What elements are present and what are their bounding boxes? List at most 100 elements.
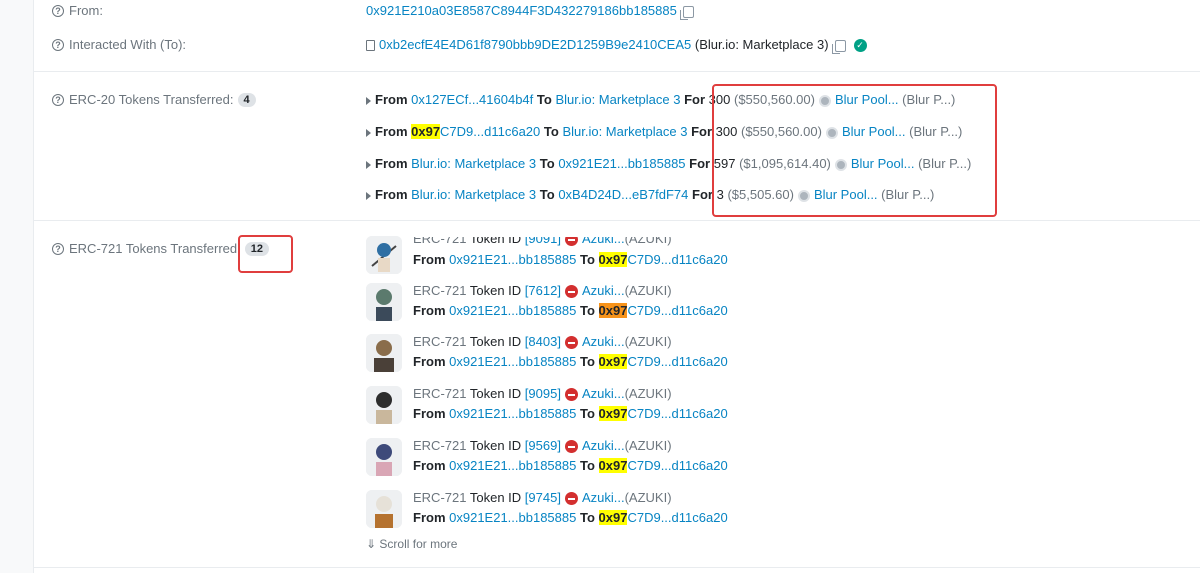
from-address-link[interactable]: 0x921E210a03E8587C8944F3D432279186bb1858…: [366, 3, 677, 18]
copy-icon[interactable]: [831, 39, 846, 54]
collection-link[interactable]: Azuki...: [582, 237, 625, 246]
scroll-for-more[interactable]: ⇓ Scroll for more: [366, 537, 457, 551]
nft-line1: ERC-721 Token ID [9091] Azuki...(AZUKI): [413, 231, 672, 247]
token-standard: ERC-721: [413, 386, 467, 401]
erc20-to-link[interactable]: Blur.io: Marketplace 3: [562, 124, 687, 139]
caret-right-icon: [366, 96, 371, 105]
from-label: From:: [69, 3, 103, 18]
copy-icon[interactable]: [679, 5, 694, 20]
token-id-link[interactable]: [7612]: [525, 283, 561, 298]
nft-thumbnail[interactable]: [366, 283, 402, 321]
collection-symbol: (AZUKI): [624, 231, 672, 246]
erc20-to-link[interactable]: 0xB4D24D...eB7fdF74: [558, 187, 688, 202]
collection-symbol: (AZUKI): [624, 386, 672, 401]
token-id-label: Token ID: [469, 334, 522, 349]
token-id-label: Token ID: [469, 231, 522, 246]
question-icon[interactable]: ?: [52, 93, 64, 106]
nft-thumbnail[interactable]: [366, 386, 402, 424]
erc20-from-link[interactable]: 0x97C7D9...d11c6a20: [411, 124, 540, 139]
erc20-to-link[interactable]: Blur.io: Marketplace 3: [555, 92, 680, 107]
token-standard: ERC-721: [413, 490, 467, 505]
nft-line2: From 0x921E21...bb185885 To 0x97C7D9...d…: [413, 510, 728, 525]
caret-right-icon: [366, 160, 371, 169]
question-icon[interactable]: ?: [52, 38, 64, 51]
to-word: To: [539, 187, 555, 202]
collection-logo-icon: [564, 440, 578, 454]
transaction-details-card: ? From: 0x921E210a03E8587C8944F3D4322791…: [33, 0, 1200, 573]
token-standard: ERC-721: [413, 283, 467, 298]
nft-to-link[interactable]: 0x97C7D9...d11c6a20: [598, 354, 728, 369]
interacted-address-link[interactable]: 0xb2ecfE4E4D61f8790bbb9DE2D1259B9e2410CE…: [379, 37, 691, 52]
token-standard: ERC-721: [413, 438, 467, 453]
nft-to-link[interactable]: 0x97C7D9...d11c6a20: [598, 303, 728, 318]
nft-to-link[interactable]: 0x97C7D9...d11c6a20: [598, 458, 728, 473]
collection-link[interactable]: Azuki...: [582, 283, 625, 298]
interacted-value: 0xb2ecfE4E4D61f8790bbb9DE2D1259B9e2410CE…: [366, 37, 867, 54]
nft-from-link[interactable]: 0x921E21...bb185885: [449, 252, 576, 267]
question-icon[interactable]: ?: [52, 4, 64, 17]
to-word: To: [579, 458, 595, 473]
nft-to-link[interactable]: 0x97C7D9...d11c6a20: [598, 510, 728, 525]
collection-logo-icon: [564, 237, 578, 247]
erc721-label: ERC-721 Tokens Transferred:: [69, 241, 241, 256]
token-id-label: Token ID: [469, 283, 522, 298]
collection-symbol: (AZUKI): [624, 490, 672, 505]
question-icon[interactable]: ?: [52, 242, 64, 255]
collection-link[interactable]: Azuki...: [582, 438, 625, 453]
from-word: From: [413, 354, 446, 369]
collection-link[interactable]: Azuki...: [582, 334, 625, 349]
collection-logo-icon: [564, 492, 578, 506]
nft-thumbnail[interactable]: [366, 490, 402, 528]
collection-link[interactable]: Azuki...: [582, 386, 625, 401]
to-word: To: [579, 252, 595, 267]
erc20-from-link[interactable]: Blur.io: Marketplace 3: [411, 187, 536, 202]
token-id-link[interactable]: [9091]: [525, 237, 561, 246]
divider: [34, 220, 1200, 221]
to-word: To: [579, 354, 595, 369]
address-highlight: 0x97: [598, 354, 628, 369]
erc20-from-link[interactable]: 0x127ECf...41604b4f: [411, 92, 533, 107]
nft-line1: ERC-721 Token ID [9095] Azuki...(AZUKI): [413, 386, 672, 402]
nft-from-link[interactable]: 0x921E21...bb185885: [449, 458, 576, 473]
caret-right-icon: [366, 191, 371, 200]
nft-from-link[interactable]: 0x921E21...bb185885: [449, 406, 576, 421]
token-standard: ERC-721: [413, 334, 467, 349]
address-rest: C7D9...d11c6a20: [627, 458, 728, 473]
token-id-label: Token ID: [469, 386, 522, 401]
nft-line1: ERC-721 Token ID [9745] Azuki...(AZUKI): [413, 490, 672, 506]
address-rest: C7D9...d11c6a20: [627, 354, 728, 369]
nft-to-link[interactable]: 0x97C7D9...d11c6a20: [598, 406, 728, 421]
annotation-highlight-box: [712, 84, 997, 217]
token-id-link[interactable]: [9569]: [525, 438, 561, 453]
erc20-from-link[interactable]: Blur.io: Marketplace 3: [411, 156, 536, 171]
erc20-to-link[interactable]: 0x921E21...bb185885: [558, 156, 685, 171]
collection-logo-icon: [564, 336, 578, 350]
verified-check-icon: ✓: [853, 39, 867, 53]
to-word: To: [579, 406, 595, 421]
address-highlight: 0x97: [598, 510, 628, 525]
token-id-link[interactable]: [9095]: [525, 386, 561, 401]
token-id-link[interactable]: [9745]: [525, 490, 561, 505]
for-word: For: [691, 124, 713, 139]
nft-thumbnail[interactable]: [366, 236, 402, 274]
to-word: To: [539, 156, 555, 171]
nft-from-link[interactable]: 0x921E21...bb185885: [449, 354, 576, 369]
interacted-label-wrap: ? Interacted With (To):: [52, 37, 186, 52]
nft-from-link[interactable]: 0x921E21...bb185885: [449, 510, 576, 525]
nft-thumbnail[interactable]: [366, 438, 402, 476]
collection-logo-icon: [564, 388, 578, 402]
token-id-link[interactable]: [8403]: [525, 334, 561, 349]
from-label-wrap: ? From:: [52, 3, 103, 18]
erc721-label-wrap: ? ERC-721 Tokens Transferred: 12: [52, 241, 269, 256]
nft-from-link[interactable]: 0x921E21...bb185885: [449, 303, 576, 318]
erc20-label-wrap: ? ERC-20 Tokens Transferred: 4: [52, 92, 256, 107]
nft-to-link[interactable]: 0x97C7D9...d11c6a20: [598, 252, 728, 267]
interacted-name: (Blur.io: Marketplace 3): [694, 37, 829, 52]
from-word: From: [375, 124, 408, 139]
divider: [34, 567, 1200, 568]
nft-line2: From 0x921E21...bb185885 To 0x97C7D9...d…: [413, 303, 728, 318]
collection-link[interactable]: Azuki...: [582, 490, 625, 505]
nft-thumbnail[interactable]: [366, 334, 402, 372]
address-highlight: 0x97: [598, 406, 628, 421]
collection-logo-icon: [564, 285, 578, 299]
